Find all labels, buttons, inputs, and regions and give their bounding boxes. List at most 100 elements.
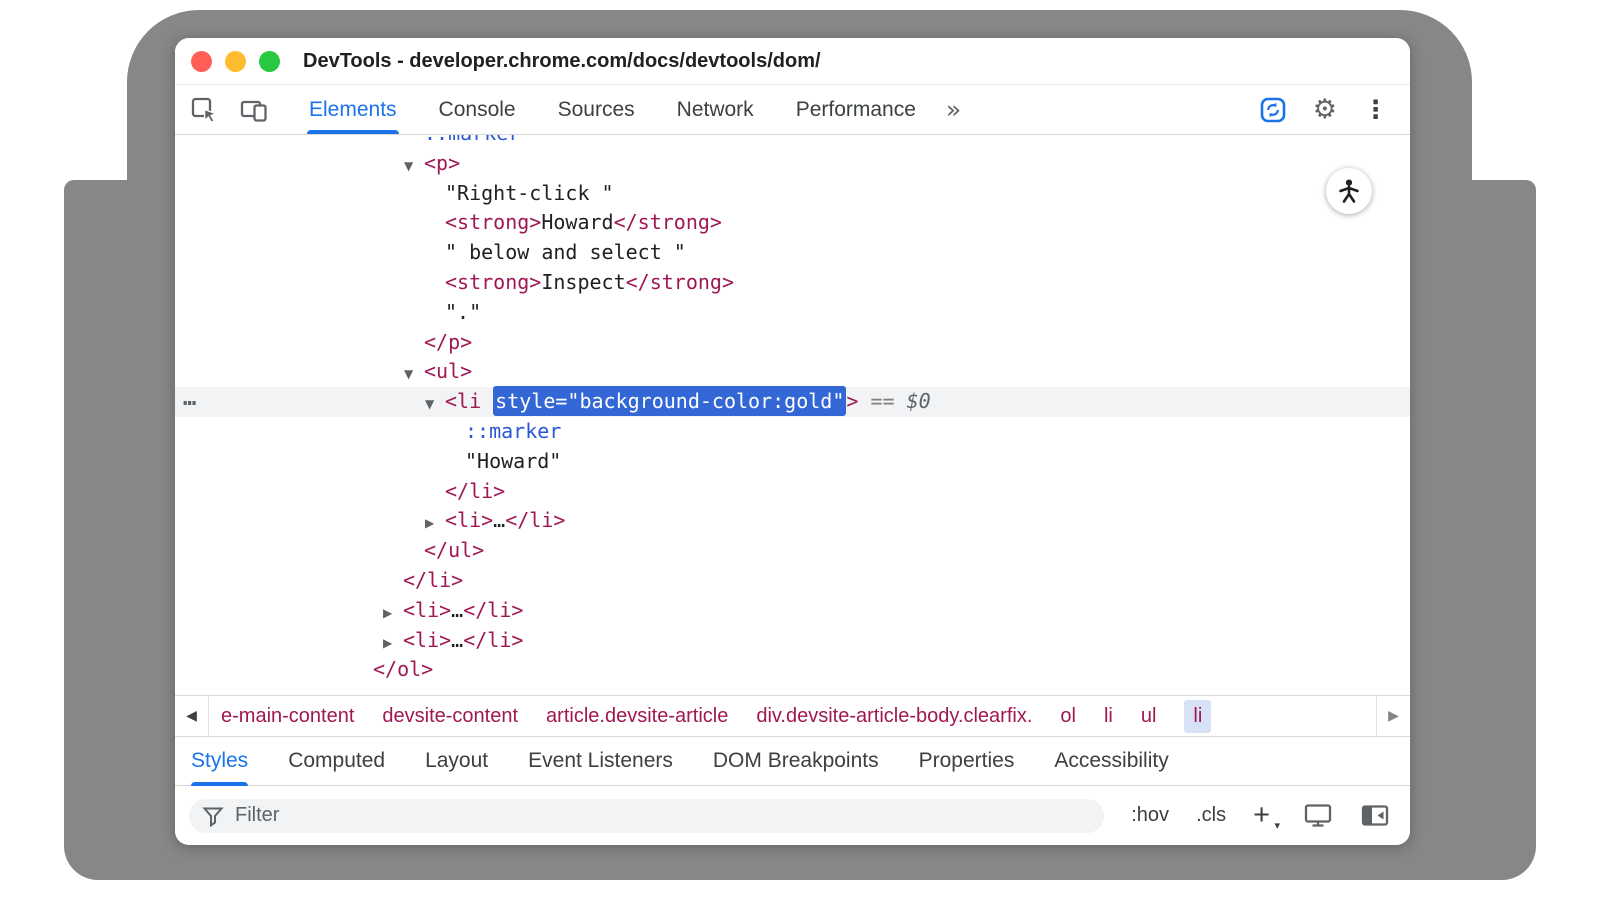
styles-tab-event-listeners[interactable]: Event Listeners [528,737,673,785]
plus-caret-icon: ▾ [1274,819,1280,832]
breadcrumb-item[interactable]: devsite-content [382,705,518,728]
dom-tree-line[interactable]: ▼<ul> [175,357,1410,387]
collapsed-content-button[interactable]: … [493,508,505,532]
tab-network[interactable]: Network [677,85,754,134]
minimize-button[interactable] [225,51,246,72]
styles-filter-bar: :hov .cls + ▾ [175,786,1410,845]
expand-arrow-icon[interactable]: ▶ [425,509,445,539]
toggle-sidebar-icon[interactable] [1360,803,1390,828]
code-token: </li> [403,568,463,592]
collapsed-content-button[interactable]: … [451,628,463,652]
tab-console[interactable]: Console [439,85,516,134]
code-token: </strong> [614,210,722,234]
dom-tree-line[interactable]: </li> [175,566,1410,596]
code-token: Howard [541,210,613,234]
dom-tree-line[interactable]: ▼<p> [175,149,1410,179]
dom-tree-line[interactable]: </p> [175,328,1410,358]
code-token: ::marker [424,135,520,145]
expand-arrow-icon[interactable]: ▶ [383,629,403,659]
dom-tree-line[interactable]: <strong>Inspect</strong> [175,268,1410,298]
breadcrumb-item[interactable]: e-main-content [221,705,354,728]
code-token: "Howard" [465,449,561,473]
tab-elements[interactable]: Elements [309,85,397,134]
rendering-monitor-icon[interactable] [1303,802,1333,829]
code-token: <li> [403,628,451,652]
breadcrumb-item[interactable]: div.devsite-article-body.clearfix. [756,705,1032,728]
code-token: <li> [403,598,451,622]
dom-tree-line[interactable]: "Right-click " [175,179,1410,209]
breadcrumb-item[interactable]: li [1184,700,1211,733]
window-controls [191,51,280,72]
code-token: <li> [445,508,493,532]
code-token: == [858,389,906,413]
code-token: " below and select " [445,240,686,264]
breadcrumb-scroll-right-icon[interactable]: ▶ [1376,696,1410,736]
styles-tab-dom-breakpoints[interactable]: DOM Breakpoints [713,737,879,785]
dom-tree-line[interactable]: <strong>Howard</strong> [175,208,1410,238]
collapse-arrow-icon[interactable]: ▼ [425,390,445,420]
styles-tab-layout[interactable]: Layout [425,737,488,785]
styles-toolbar-buttons: :hov .cls + ▾ [1131,801,1390,830]
accessibility-person-icon [1335,177,1363,205]
code-token: </li> [445,479,505,503]
collapsed-content-button[interactable]: … [451,598,463,622]
element-classes-button[interactable]: .cls [1196,804,1226,827]
styles-filter-input[interactable] [189,799,1104,833]
expand-arrow-icon[interactable]: ▶ [383,599,403,629]
close-button[interactable] [191,51,212,72]
dom-tree-line[interactable]: "Howard" [175,447,1410,477]
dom-tree-line[interactable]: " below and select " [175,238,1410,268]
dom-tree-line[interactable]: </ul> [175,536,1410,566]
collapse-arrow-icon[interactable]: ▼ [404,360,424,390]
filter-field [189,799,1104,833]
styles-tab-computed[interactable]: Computed [288,737,385,785]
dom-tree: ::marker▼<p>"Right-click "<strong>Howard… [175,135,1410,685]
dom-tree-line[interactable]: …▼<li style="background-color:gold"> == … [175,387,1410,417]
breadcrumb: e-main-content devsite-content article.dev… [209,700,1211,733]
filter-funnel-icon [202,805,224,827]
new-style-rule-button[interactable]: + ▾ [1253,801,1270,830]
breadcrumb-item[interactable]: article.devsite-article [546,705,728,728]
tab-sources[interactable]: Sources [558,85,635,134]
styles-tab-properties[interactable]: Properties [919,737,1015,785]
settings-gear-icon[interactable]: ⚙ [1313,96,1337,123]
maximize-button[interactable] [259,51,280,72]
menu-kebab-icon[interactable]: ⋮ [1363,97,1388,122]
dom-tree-line[interactable]: ▶<li>…</li> [175,506,1410,536]
devtools-toolbar: Elements Console Sources Network Performance… [175,85,1410,135]
devtools-window: DevTools - developer.chrome.com/docs/dev… [175,38,1410,845]
dom-tree-line[interactable]: "." [175,298,1410,328]
code-token: <p> [424,151,460,175]
breadcrumb-item[interactable]: li [1104,705,1113,728]
device-toolbar-icon[interactable] [239,96,269,124]
code-token: </li> [505,508,565,532]
styles-tab-styles[interactable]: Styles [191,737,248,785]
dom-tree-line[interactable]: ▶<li>…</li> [175,596,1410,626]
code-token: </p> [424,330,472,354]
more-tabs-icon[interactable]: » [946,95,961,124]
styles-tab-accessibility[interactable]: Accessibility [1054,737,1168,785]
dom-tree-line[interactable]: ::marker [175,135,1410,149]
dom-tree-line[interactable]: </li> [175,477,1410,507]
breadcrumb-item[interactable]: ul [1141,705,1157,728]
edited-attribute-selection[interactable]: style="background-color:gold" [493,386,846,416]
code-token: </strong> [626,270,734,294]
node-overflow-icon[interactable]: … [183,384,197,414]
code-token: $0 [907,389,931,413]
breadcrumb-item[interactable]: ol [1060,705,1076,728]
collapse-arrow-icon[interactable]: ▼ [404,152,424,182]
tab-performance[interactable]: Performance [796,85,916,134]
sync-icon[interactable] [1259,96,1287,124]
accessibility-button[interactable] [1326,168,1372,214]
panel-tabs: Elements Console Sources Network Performance [309,85,916,134]
inspect-element-icon[interactable] [189,95,219,125]
toggle-element-state-button[interactable]: :hov [1131,804,1169,827]
breadcrumb-scroll-left-icon[interactable]: ◀ [175,696,209,736]
code-token: ::marker [465,419,561,443]
dom-tree-line[interactable]: ▶<li>…</li> [175,626,1410,656]
dom-tree-line[interactable]: ::marker [175,417,1410,447]
styles-tabs-bar: Styles Computed Layout Event Listeners DOM B… [175,737,1410,786]
code-token: <li [445,389,493,413]
dom-tree-line[interactable]: </ol> [175,655,1410,685]
code-token: "." [445,300,481,324]
